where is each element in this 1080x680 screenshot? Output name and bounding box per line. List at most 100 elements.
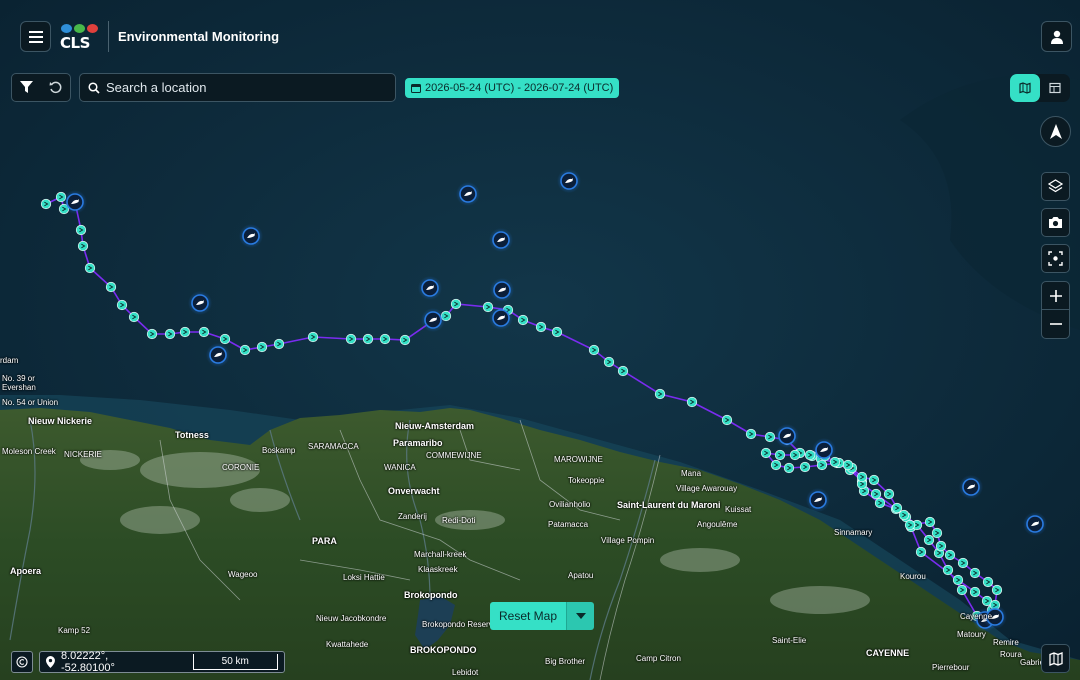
map-legend-icon — [1048, 651, 1063, 666]
reset-filter-button[interactable] — [41, 74, 70, 101]
track-point[interactable] — [956, 584, 968, 596]
track-point[interactable] — [874, 497, 886, 509]
track-point[interactable] — [535, 321, 547, 333]
track-point[interactable] — [898, 509, 910, 521]
track-point[interactable] — [745, 428, 757, 440]
track-point[interactable] — [450, 298, 462, 310]
screenshot-button[interactable] — [1041, 208, 1070, 237]
animal-marker[interactable] — [959, 475, 983, 499]
track-point[interactable] — [517, 314, 529, 326]
zoom-in-button[interactable] — [1042, 282, 1069, 310]
track-point[interactable] — [75, 224, 87, 236]
track-point[interactable] — [379, 333, 391, 345]
track-point[interactable] — [783, 462, 795, 474]
track-point[interactable] — [105, 281, 117, 293]
track-point[interactable] — [931, 527, 943, 539]
animal-marker[interactable] — [812, 438, 836, 462]
track-point[interactable] — [944, 549, 956, 561]
track-point[interactable] — [915, 546, 927, 558]
animal-marker[interactable] — [63, 190, 87, 214]
attribution-button[interactable] — [11, 651, 33, 673]
search-input[interactable] — [106, 80, 386, 95]
track-point[interactable] — [957, 557, 969, 569]
legend-button[interactable] — [1041, 644, 1070, 673]
track-point[interactable] — [164, 328, 176, 340]
reset-map-button[interactable]: Reset Map — [490, 602, 567, 630]
track-point[interactable] — [883, 488, 895, 500]
focus-button[interactable] — [1041, 244, 1070, 273]
track-point[interactable] — [764, 431, 776, 443]
layers-button[interactable] — [1041, 172, 1070, 201]
track-point[interactable] — [982, 576, 994, 588]
track-point[interactable] — [789, 449, 801, 461]
map-view-button[interactable] — [1010, 74, 1040, 102]
date-range-chip[interactable]: 2026-05-24 (UTC) - 2026-07-24 (UTC) — [405, 78, 620, 98]
track-point[interactable] — [198, 326, 210, 338]
track-point[interactable] — [273, 338, 285, 350]
reset-map-dropdown[interactable] — [566, 602, 595, 630]
animal-marker[interactable] — [456, 182, 480, 206]
track-point[interactable] — [482, 301, 494, 313]
filter-button[interactable] — [12, 74, 41, 101]
track-point[interactable] — [969, 586, 981, 598]
track-point[interactable] — [77, 240, 89, 252]
animal-marker[interactable] — [806, 488, 830, 512]
animal-marker[interactable] — [418, 276, 442, 300]
track-point[interactable] — [116, 299, 128, 311]
track-point[interactable] — [654, 388, 666, 400]
track-point[interactable] — [760, 447, 772, 459]
animal-marker[interactable] — [239, 224, 263, 248]
track-point[interactable] — [179, 326, 191, 338]
animal-marker[interactable] — [421, 308, 445, 332]
track-point[interactable] — [991, 584, 1003, 596]
track-point[interactable] — [891, 502, 903, 514]
track-point[interactable] — [942, 564, 954, 576]
animal-marker[interactable] — [775, 424, 799, 448]
track-point[interactable] — [870, 488, 882, 500]
animal-marker[interactable] — [1023, 512, 1047, 536]
track-point[interactable] — [84, 262, 96, 274]
track-point[interactable] — [40, 198, 52, 210]
track-point[interactable] — [842, 459, 854, 471]
menu-button[interactable] — [20, 21, 51, 52]
track-point[interactable] — [721, 414, 733, 426]
track-point[interactable] — [345, 333, 357, 345]
track-point[interactable] — [307, 331, 319, 343]
track-point[interactable] — [774, 449, 786, 461]
track-point[interactable] — [128, 311, 140, 323]
track-point[interactable] — [362, 333, 374, 345]
animal-marker[interactable] — [557, 169, 581, 193]
track-point[interactable] — [770, 459, 782, 471]
track-point[interactable] — [923, 534, 935, 546]
animal-marker[interactable] — [188, 291, 212, 315]
table-view-button[interactable] — [1040, 74, 1070, 102]
track-point[interactable] — [617, 365, 629, 377]
track-point[interactable] — [856, 471, 868, 483]
track-point[interactable] — [935, 540, 947, 552]
animal-marker[interactable] — [490, 278, 514, 302]
map-label: Onverwacht — [388, 486, 440, 496]
user-button[interactable] — [1041, 21, 1072, 52]
track-point[interactable] — [399, 334, 411, 346]
animal-marker[interactable] — [206, 343, 230, 367]
track-point[interactable] — [219, 333, 231, 345]
animal-marker[interactable] — [489, 228, 513, 252]
track-point[interactable] — [588, 344, 600, 356]
animal-marker[interactable] — [489, 306, 513, 330]
zoom-out-button[interactable] — [1042, 310, 1069, 338]
calendar-icon — [411, 84, 421, 93]
track-point[interactable] — [904, 519, 916, 531]
track-point[interactable] — [799, 461, 811, 473]
compass-button[interactable] — [1040, 116, 1071, 147]
track-point[interactable] — [686, 396, 698, 408]
track-point[interactable] — [969, 567, 981, 579]
track-point[interactable] — [256, 341, 268, 353]
track-point[interactable] — [952, 574, 964, 586]
track-point[interactable] — [868, 474, 880, 486]
track-point[interactable] — [924, 516, 936, 528]
track-point[interactable] — [551, 326, 563, 338]
track-point[interactable] — [146, 328, 158, 340]
track-point[interactable] — [603, 356, 615, 368]
track-point[interactable] — [239, 344, 251, 356]
scale-label: 50 km — [221, 656, 249, 667]
